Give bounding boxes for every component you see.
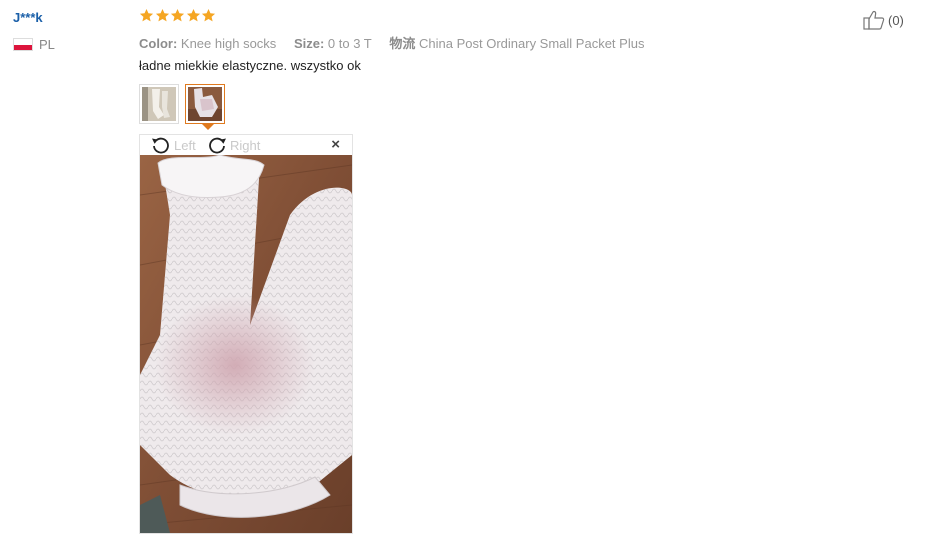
thumbnail-image [188, 87, 222, 121]
star-icon [201, 8, 216, 22]
star-rating [139, 8, 217, 23]
star-icon [170, 8, 185, 22]
rotate-right-icon [209, 137, 226, 154]
size-value: 0 to 3 T [327, 36, 372, 51]
star-icon [139, 8, 154, 22]
review-text: ładne miekkie elastyczne. wszystko ok [139, 58, 361, 73]
star-icon [155, 8, 169, 22]
rotate-left-label: Left [174, 137, 196, 153]
shipping-value: China Post Ordinary Small Packet Plus [419, 36, 645, 51]
rotate-right-label: Right [230, 137, 261, 153]
image-viewer-toolbar: Left Right × [140, 135, 352, 155]
sock-photo-image [140, 155, 352, 533]
shipping-label: 物流 [389, 36, 416, 51]
color-label: Color: [139, 36, 178, 51]
poland-flag-icon [13, 38, 33, 51]
reviewer-country: PL [13, 37, 55, 52]
star-icon [186, 8, 200, 22]
rotate-left-icon [152, 137, 169, 154]
active-thumbnail-indicator [202, 124, 214, 130]
rotate-left-button[interactable]: Left [150, 136, 196, 154]
reviewer-name[interactable]: J***k [13, 10, 43, 25]
review-attributes: Color: Knee high socks Size: 0 to 3 T 物流… [139, 33, 658, 52]
country-code: PL [39, 37, 55, 52]
thumbnail-1[interactable] [139, 84, 179, 124]
rotate-right-button[interactable]: Right [206, 136, 260, 154]
thumbnail-2[interactable] [185, 84, 225, 130]
image-viewer: Left Right × [139, 134, 353, 534]
close-icon[interactable]: × [331, 137, 340, 153]
helpful-count: (0) [888, 12, 904, 28]
review-photo [140, 155, 352, 533]
thumbs-up-icon [863, 10, 885, 30]
helpful-button[interactable]: (0) [863, 10, 904, 30]
review-thumbnails [139, 84, 231, 130]
size-label: Size: [293, 36, 325, 51]
thumbnail-image [142, 87, 176, 121]
color-value: Knee high socks [180, 36, 277, 51]
